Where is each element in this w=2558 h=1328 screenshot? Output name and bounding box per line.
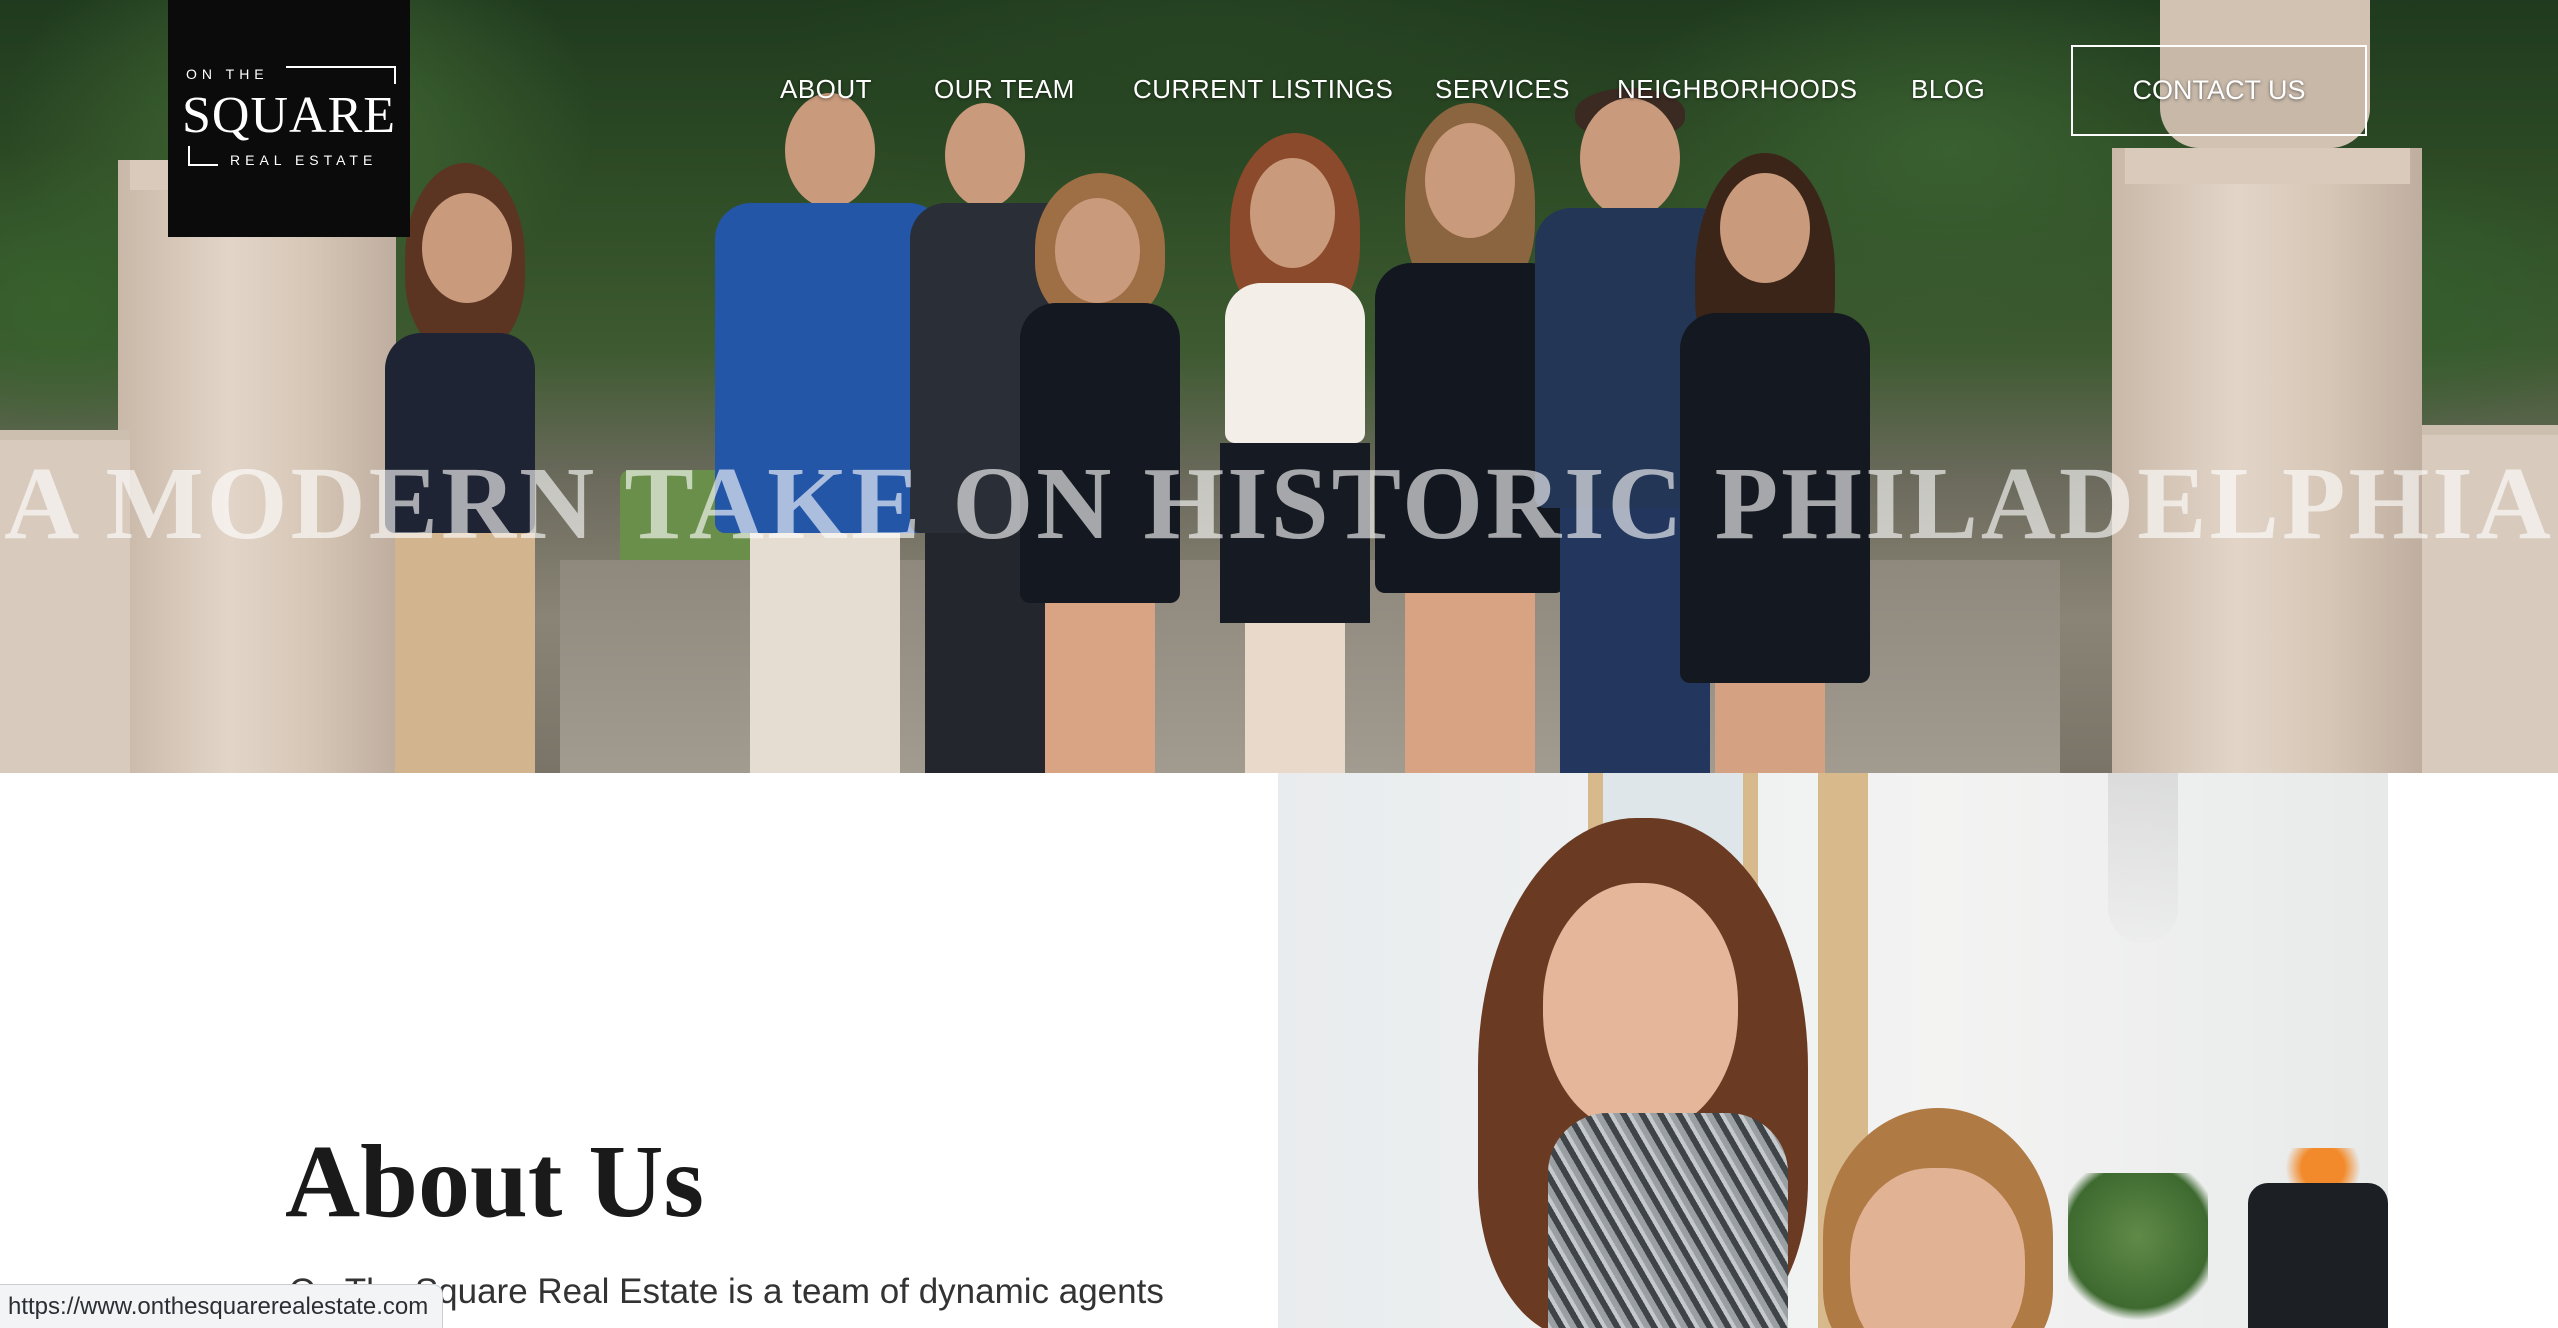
nav-link-current-listings[interactable]: CURRENT LISTINGS (1133, 74, 1393, 105)
browser-status-url: https://www.onthesquarerealestate.com (0, 1284, 444, 1328)
hero-banner: A MODERN TAKE ON HISTORIC PHILADELPHIA O… (0, 0, 2558, 773)
about-us-heading: About Us (285, 1124, 704, 1239)
nav-link-our-team[interactable]: OUR TEAM (934, 74, 1075, 105)
nav-link-neighborhoods[interactable]: NEIGHBORHOODS (1617, 74, 1858, 105)
hero-tagline: A MODERN TAKE ON HISTORIC PHILADELPHIA (4, 446, 2554, 561)
nav-link-about[interactable]: ABOUT (780, 74, 872, 105)
photo-person-1-face (1543, 883, 1738, 1133)
photo-chandelier (2108, 773, 2178, 943)
nav-link-blog[interactable]: BLOG (1911, 74, 1985, 105)
about-team-photo (1278, 773, 2388, 1328)
nav-link-services[interactable]: SERVICES (1435, 74, 1570, 105)
photo-person-1-top (1548, 1113, 1788, 1328)
photo-flowers (2273, 1148, 2373, 1188)
contact-us-button[interactable]: CONTACT US (2071, 45, 2367, 136)
photo-chair (2248, 1183, 2388, 1328)
main-navigation: ABOUT OUR TEAM CURRENT LISTINGS SERVICES… (0, 0, 2558, 180)
team-photo-group (340, 88, 1960, 773)
photo-person-2-face (1850, 1168, 2025, 1328)
photo-plant (2068, 1173, 2208, 1328)
